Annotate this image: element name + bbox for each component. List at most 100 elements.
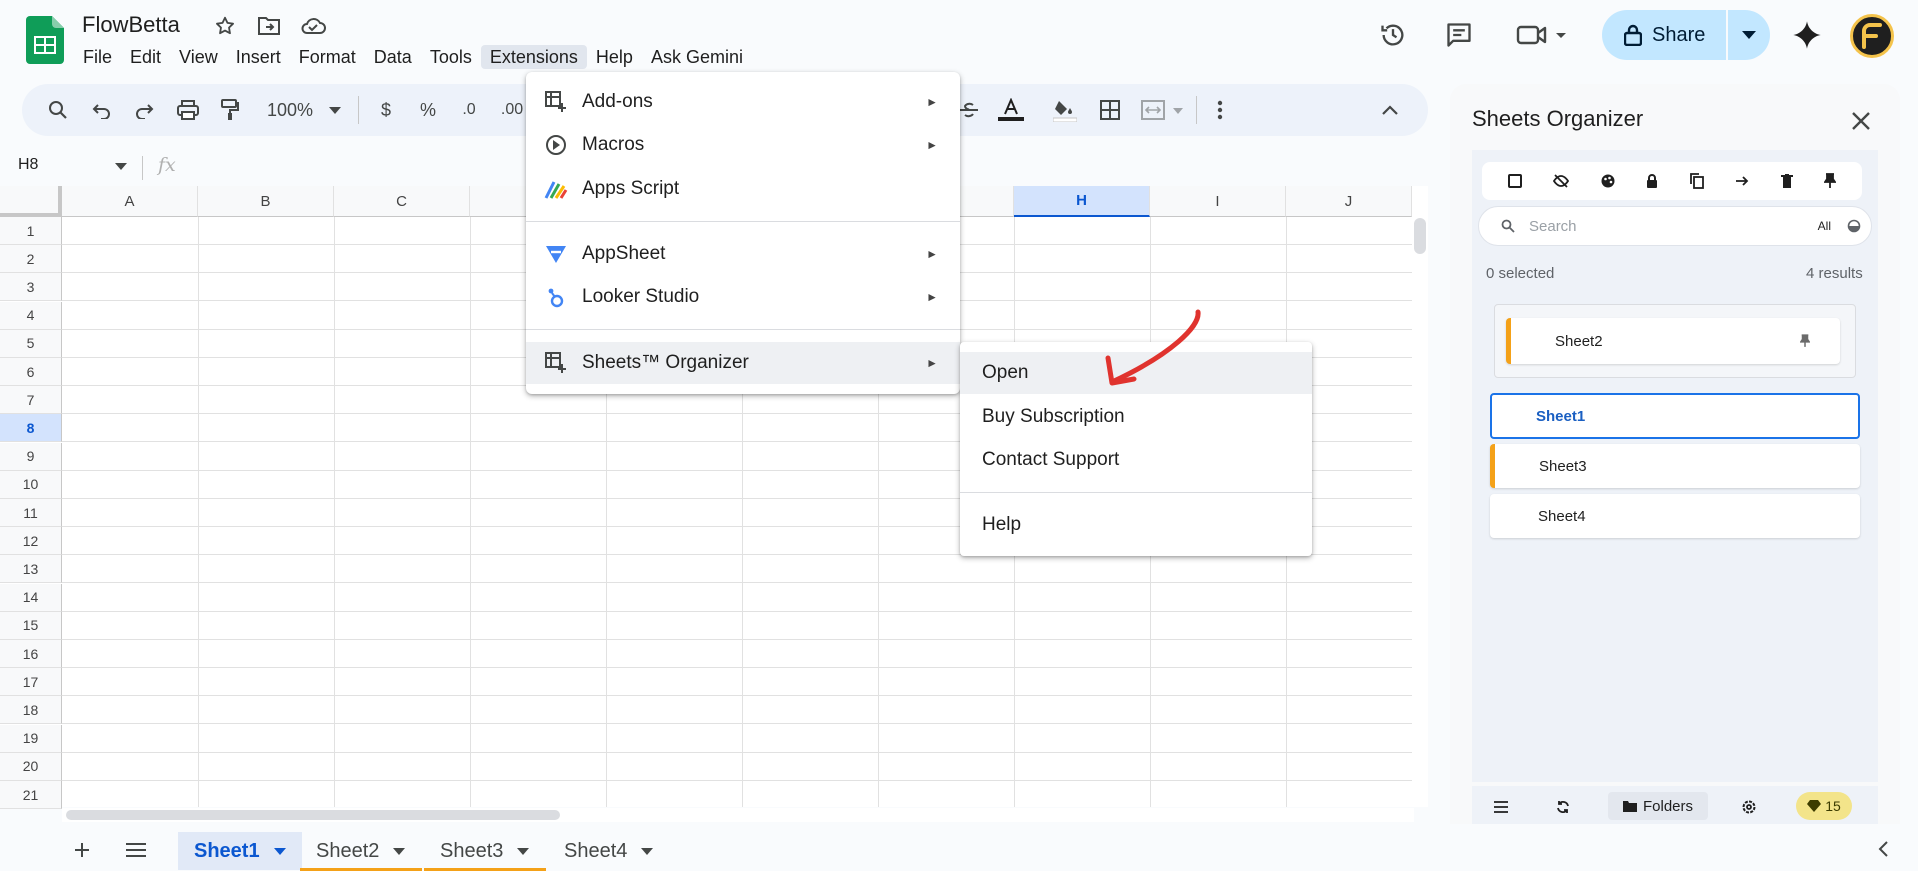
print-icon[interactable] xyxy=(174,96,202,124)
sheet-tab-sheet2[interactable]: Sheet2 xyxy=(300,832,421,870)
move-arrow-icon[interactable] xyxy=(1735,175,1749,187)
add-sheet-icon[interactable] xyxy=(70,838,94,862)
zoom-select[interactable]: 100% xyxy=(262,96,318,124)
menu-insert[interactable]: Insert xyxy=(227,45,290,69)
duplicate-icon[interactable] xyxy=(1689,173,1704,189)
row-header-11[interactable]: 11 xyxy=(0,499,62,527)
row-header-18[interactable]: 18 xyxy=(0,696,62,725)
row-header-15[interactable]: 15 xyxy=(0,611,62,640)
settings-gear-icon[interactable] xyxy=(1738,796,1760,818)
menu-extensions[interactable]: Extensions xyxy=(480,45,587,69)
close-panel-icon[interactable] xyxy=(1848,108,1874,134)
submenu-contact-support[interactable]: Contact Support xyxy=(960,439,1312,481)
folders-button[interactable]: Folders xyxy=(1608,792,1708,820)
row-header-3[interactable]: 3 xyxy=(0,273,62,302)
row-header-13[interactable]: 13 xyxy=(0,555,62,584)
row-header-16[interactable]: 16 xyxy=(0,640,62,668)
fill-color-icon[interactable] xyxy=(1050,96,1080,124)
delete-trash-icon[interactable] xyxy=(1780,174,1793,188)
menu-item-macros[interactable]: Macros ► xyxy=(526,124,960,166)
row-header-12[interactable]: 12 xyxy=(0,527,62,556)
horizontal-scroll-thumb[interactable] xyxy=(66,810,560,820)
cloud-saved-icon[interactable] xyxy=(300,13,326,39)
undo-icon[interactable] xyxy=(88,96,116,124)
comments-icon[interactable] xyxy=(1442,18,1476,52)
column-header-c[interactable]: C xyxy=(334,186,470,217)
decrease-decimal-button[interactable]: .0 xyxy=(456,96,482,124)
menu-item-apps-script[interactable]: Apps Script xyxy=(526,168,960,210)
row-header-20[interactable]: 20 xyxy=(0,752,62,781)
gemini-sparkle-icon[interactable] xyxy=(1790,18,1824,52)
sheet-tab-sheet3[interactable]: Sheet3 xyxy=(424,832,545,870)
sheet-tab-sheet1[interactable]: Sheet1 xyxy=(178,832,302,870)
vertical-scroll-thumb[interactable] xyxy=(1414,218,1426,254)
row-header-19[interactable]: 19 xyxy=(0,724,62,753)
share-dropdown-button[interactable] xyxy=(1728,10,1770,60)
cell-name-box[interactable]: H8 xyxy=(18,156,128,180)
meet-video-icon[interactable] xyxy=(1514,18,1570,52)
menu-tools[interactable]: Tools xyxy=(421,45,481,69)
sheet-tab-sheet4[interactable]: Sheet4 xyxy=(548,832,669,870)
gem-credits-badge[interactable]: 15 xyxy=(1796,792,1852,820)
user-avatar[interactable] xyxy=(1850,14,1894,58)
paint-format-icon[interactable] xyxy=(216,96,244,124)
menu-item-add-ons[interactable]: Add-ons ► xyxy=(526,81,960,123)
menu-item-looker-studio[interactable]: Looker Studio ► xyxy=(526,276,960,318)
row-header-6[interactable]: 6 xyxy=(0,358,62,386)
palette-icon[interactable] xyxy=(1601,174,1615,188)
menu-item-appsheet[interactable]: AppSheet ► xyxy=(526,233,960,275)
sheet-card-sheet2[interactable]: Sheet2 xyxy=(1506,318,1840,364)
row-header-14[interactable]: 14 xyxy=(0,583,62,612)
row-header-10[interactable]: 10 xyxy=(0,470,62,499)
all-sheets-icon[interactable] xyxy=(124,838,148,862)
list-view-icon[interactable] xyxy=(1490,796,1512,818)
refresh-icon[interactable] xyxy=(1552,796,1574,818)
row-header-21[interactable]: 21 xyxy=(0,781,62,809)
search-menus-icon[interactable] xyxy=(44,96,72,124)
increase-decimal-button[interactable]: .00 xyxy=(498,96,526,124)
document-title[interactable]: FlowBetta xyxy=(82,12,180,38)
select-checkbox-icon[interactable] xyxy=(1507,174,1522,188)
column-header-b[interactable]: B xyxy=(198,186,334,217)
menu-data[interactable]: Data xyxy=(365,45,421,69)
merge-cells-icon[interactable] xyxy=(1140,96,1188,124)
pin-icon[interactable] xyxy=(1800,334,1810,348)
move-folder-icon[interactable] xyxy=(256,13,282,39)
percent-format-button[interactable]: % xyxy=(416,96,440,124)
row-header-4[interactable]: 4 xyxy=(0,301,62,330)
sheet-card-sheet1[interactable]: Sheet1 xyxy=(1490,393,1860,439)
menu-file[interactable]: File xyxy=(74,45,121,69)
text-color-icon[interactable] xyxy=(996,96,1026,124)
zoom-caret-icon[interactable] xyxy=(326,96,344,124)
column-header-h[interactable]: H xyxy=(1014,186,1150,217)
row-header-17[interactable]: 17 xyxy=(0,668,62,697)
sheet-card-sheet3[interactable]: Sheet3 xyxy=(1490,444,1860,488)
row-header-7[interactable]: 7 xyxy=(0,386,62,415)
column-header-i[interactable]: I xyxy=(1150,186,1286,217)
namebox-caret-icon[interactable] xyxy=(114,160,128,172)
menu-edit[interactable]: Edit xyxy=(121,45,170,69)
row-header-1[interactable]: 1 xyxy=(0,217,62,245)
filter-toggle-icon[interactable] xyxy=(1847,219,1861,233)
filter-all-button[interactable]: All xyxy=(1818,219,1831,233)
sheets-logo-icon[interactable] xyxy=(26,16,64,64)
currency-format-button[interactable]: $ xyxy=(374,96,398,124)
menu-item-sheets-organizer[interactable]: Sheets™ Organizer ► xyxy=(526,342,960,384)
sheet-card-sheet4[interactable]: Sheet4 xyxy=(1490,494,1860,538)
share-button[interactable]: Share xyxy=(1602,10,1726,60)
panel-search-box[interactable]: Search All xyxy=(1478,206,1872,246)
column-header-j[interactable]: J xyxy=(1286,186,1412,217)
row-header-2[interactable]: 2 xyxy=(0,245,62,274)
collapse-side-panel-icon[interactable] xyxy=(1872,838,1894,860)
menu-ask-gemini[interactable]: Ask Gemini xyxy=(642,45,752,69)
row-header-5[interactable]: 5 xyxy=(0,329,62,358)
menu-view[interactable]: View xyxy=(170,45,227,69)
hide-eye-icon[interactable] xyxy=(1553,174,1570,188)
column-header-a[interactable]: A xyxy=(62,186,198,217)
row-header-8[interactable]: 8 xyxy=(0,414,62,443)
select-all-corner[interactable] xyxy=(0,186,62,217)
borders-icon[interactable] xyxy=(1096,96,1124,124)
more-options-icon[interactable] xyxy=(1210,96,1230,124)
row-header-9[interactable]: 9 xyxy=(0,442,62,471)
search-input[interactable]: Search xyxy=(1529,218,1818,235)
